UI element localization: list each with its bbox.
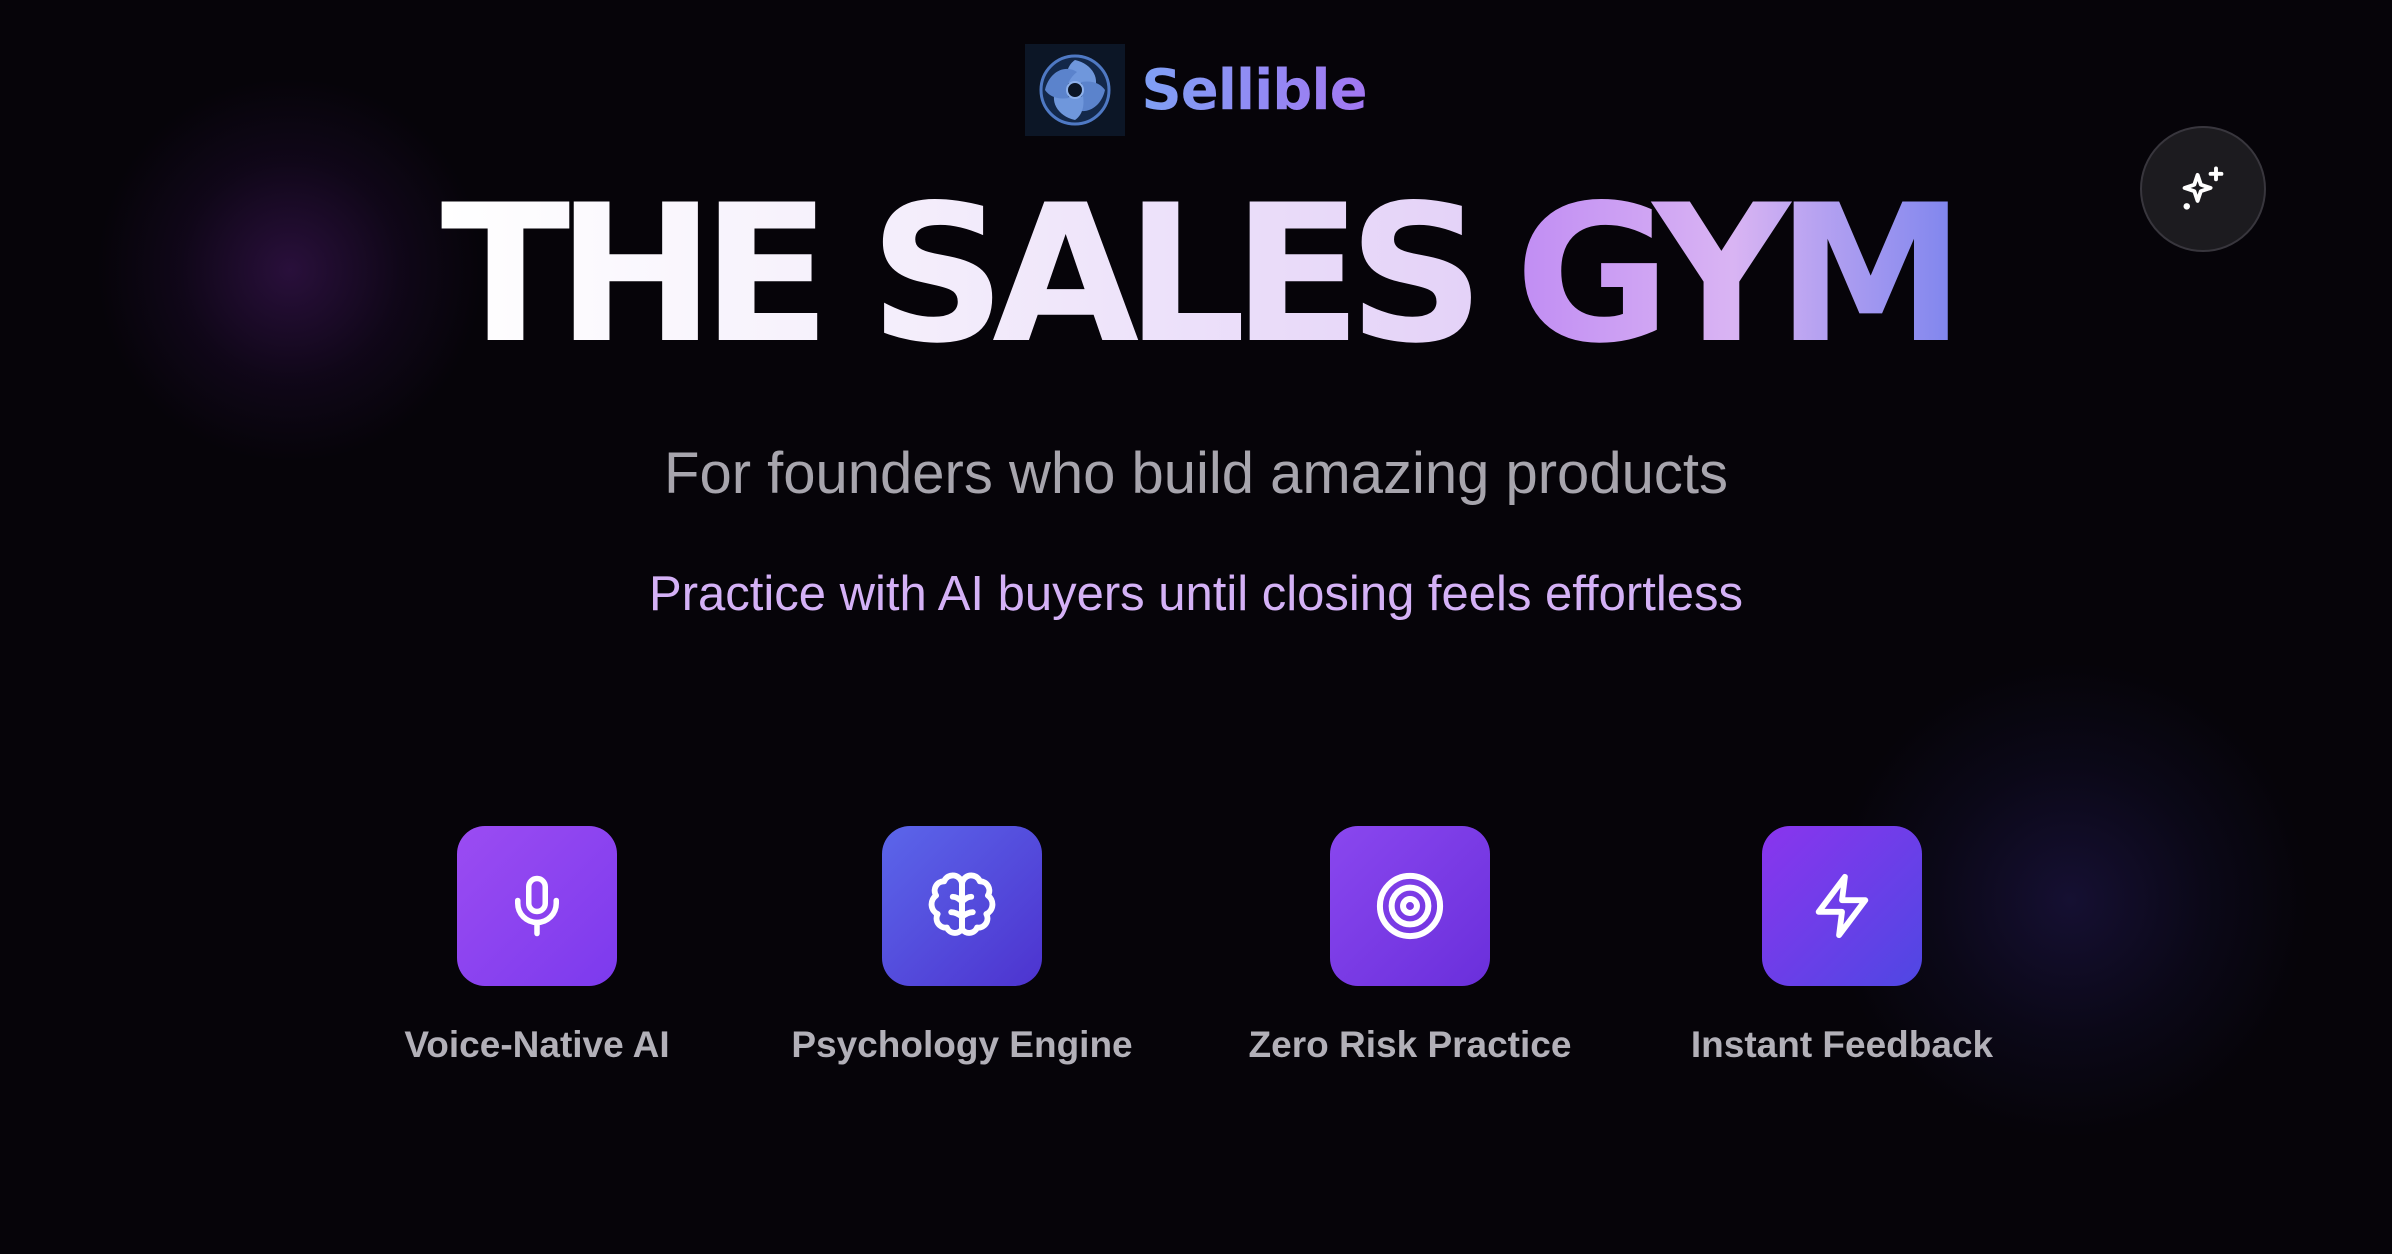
feature-tile (882, 826, 1042, 986)
headline-main: THE SALES (440, 164, 1485, 385)
feature-tile (457, 826, 617, 986)
feature-label: Voice-Native AI (404, 1024, 670, 1065)
sellible-logo-icon (1025, 44, 1126, 136)
feature-label: Zero Risk Practice (1248, 1024, 1572, 1065)
hero-headline: THE SALES GYM (0, 180, 2392, 370)
brand-header[interactable]: Sellible (0, 44, 2392, 136)
hero-subtitle: For founders who build amazing products (664, 441, 1728, 506)
feature-psychology-engine: Psychology Engine (752, 826, 1172, 1066)
feature-label: Psychology Engine (791, 1024, 1133, 1065)
feature-zero-risk-practice: Zero Risk Practice (1200, 826, 1620, 1066)
hero-tagline: Practice with AI buyers until closing fe… (649, 567, 1743, 621)
microphone-icon (515, 875, 559, 937)
feature-tile (1330, 826, 1490, 986)
feature-tile (1762, 826, 1922, 986)
brain-icon (928, 872, 996, 936)
brand-name: Sellible (1141, 57, 1367, 123)
target-icon (1376, 872, 1444, 940)
feature-voice-native-ai: Voice-Native AI (327, 826, 747, 1066)
feature-instant-feedback: Instant Feedback (1632, 826, 2052, 1066)
landing-page: Sellible THE SALES GYM For founders who b… (0, 0, 2392, 1254)
headline-accent: GYM (1514, 164, 1965, 385)
lightning-icon (1815, 873, 1869, 939)
feature-label: Instant Feedback (1690, 1024, 1994, 1065)
